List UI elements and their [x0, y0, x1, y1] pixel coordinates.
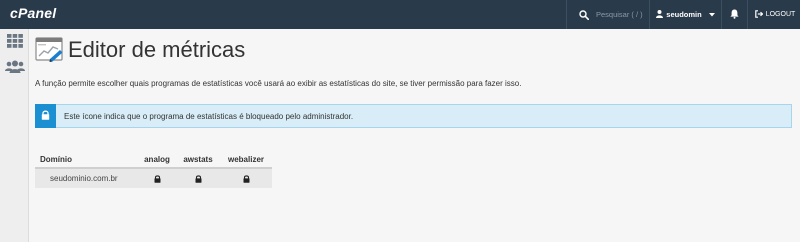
table-header-row: Domínio analog awstats webalizer: [35, 152, 272, 169]
column-header-domain: Domínio: [35, 152, 138, 169]
user-menu[interactable]: seudomin: [649, 0, 721, 29]
domain-cell: seudominio.com.br: [35, 168, 138, 188]
column-header-awstats: awstats: [176, 152, 220, 169]
logout-button[interactable]: LOGOUT: [750, 0, 800, 29]
info-alert: Este ícone indica que o programa de esta…: [35, 104, 792, 128]
stats-programs-table: Domínio analog awstats webalizer seudomi…: [35, 152, 272, 188]
table-row: seudominio.com.br: [35, 168, 272, 188]
sidebar: [0, 29, 29, 242]
grid-icon: [7, 33, 23, 53]
sidebar-item-users[interactable]: [5, 59, 25, 79]
cpanel-logo[interactable]: cPanel: [10, 5, 56, 21]
sidebar-item-home[interactable]: [5, 33, 25, 53]
user-icon: [656, 9, 664, 20]
top-navbar: cPanel seudomin LOGOUT: [0, 0, 800, 29]
username-label: seudomin: [666, 10, 702, 19]
logout-icon: [754, 9, 764, 20]
lock-icon: [243, 174, 250, 183]
users-icon: [5, 60, 25, 78]
analog-status-cell: [138, 168, 176, 188]
lock-icon: [154, 174, 161, 183]
column-header-webalizer: webalizer: [220, 152, 272, 169]
alert-text: Este ícone indica que o programa de esta…: [64, 111, 354, 121]
page-description: A função permite escolher quais programa…: [35, 79, 522, 88]
lock-icon: [41, 107, 50, 125]
awstats-status-cell: [176, 168, 220, 188]
search-box[interactable]: [566, 0, 656, 29]
logout-label: LOGOUT: [765, 11, 796, 18]
page-header: Editor de métricas: [35, 37, 245, 63]
search-input[interactable]: [596, 10, 656, 19]
search-icon: [579, 9, 589, 20]
caret-down-icon: [708, 10, 715, 19]
webalizer-status-cell: [220, 168, 272, 188]
metrics-editor-icon: [35, 37, 63, 63]
bell-icon: [730, 6, 739, 24]
column-header-analog: analog: [138, 152, 176, 169]
lock-icon: [195, 174, 202, 183]
notifications-button[interactable]: [721, 0, 748, 29]
page-title: Editor de métricas: [68, 37, 246, 62]
alert-icon-box: [35, 104, 56, 128]
